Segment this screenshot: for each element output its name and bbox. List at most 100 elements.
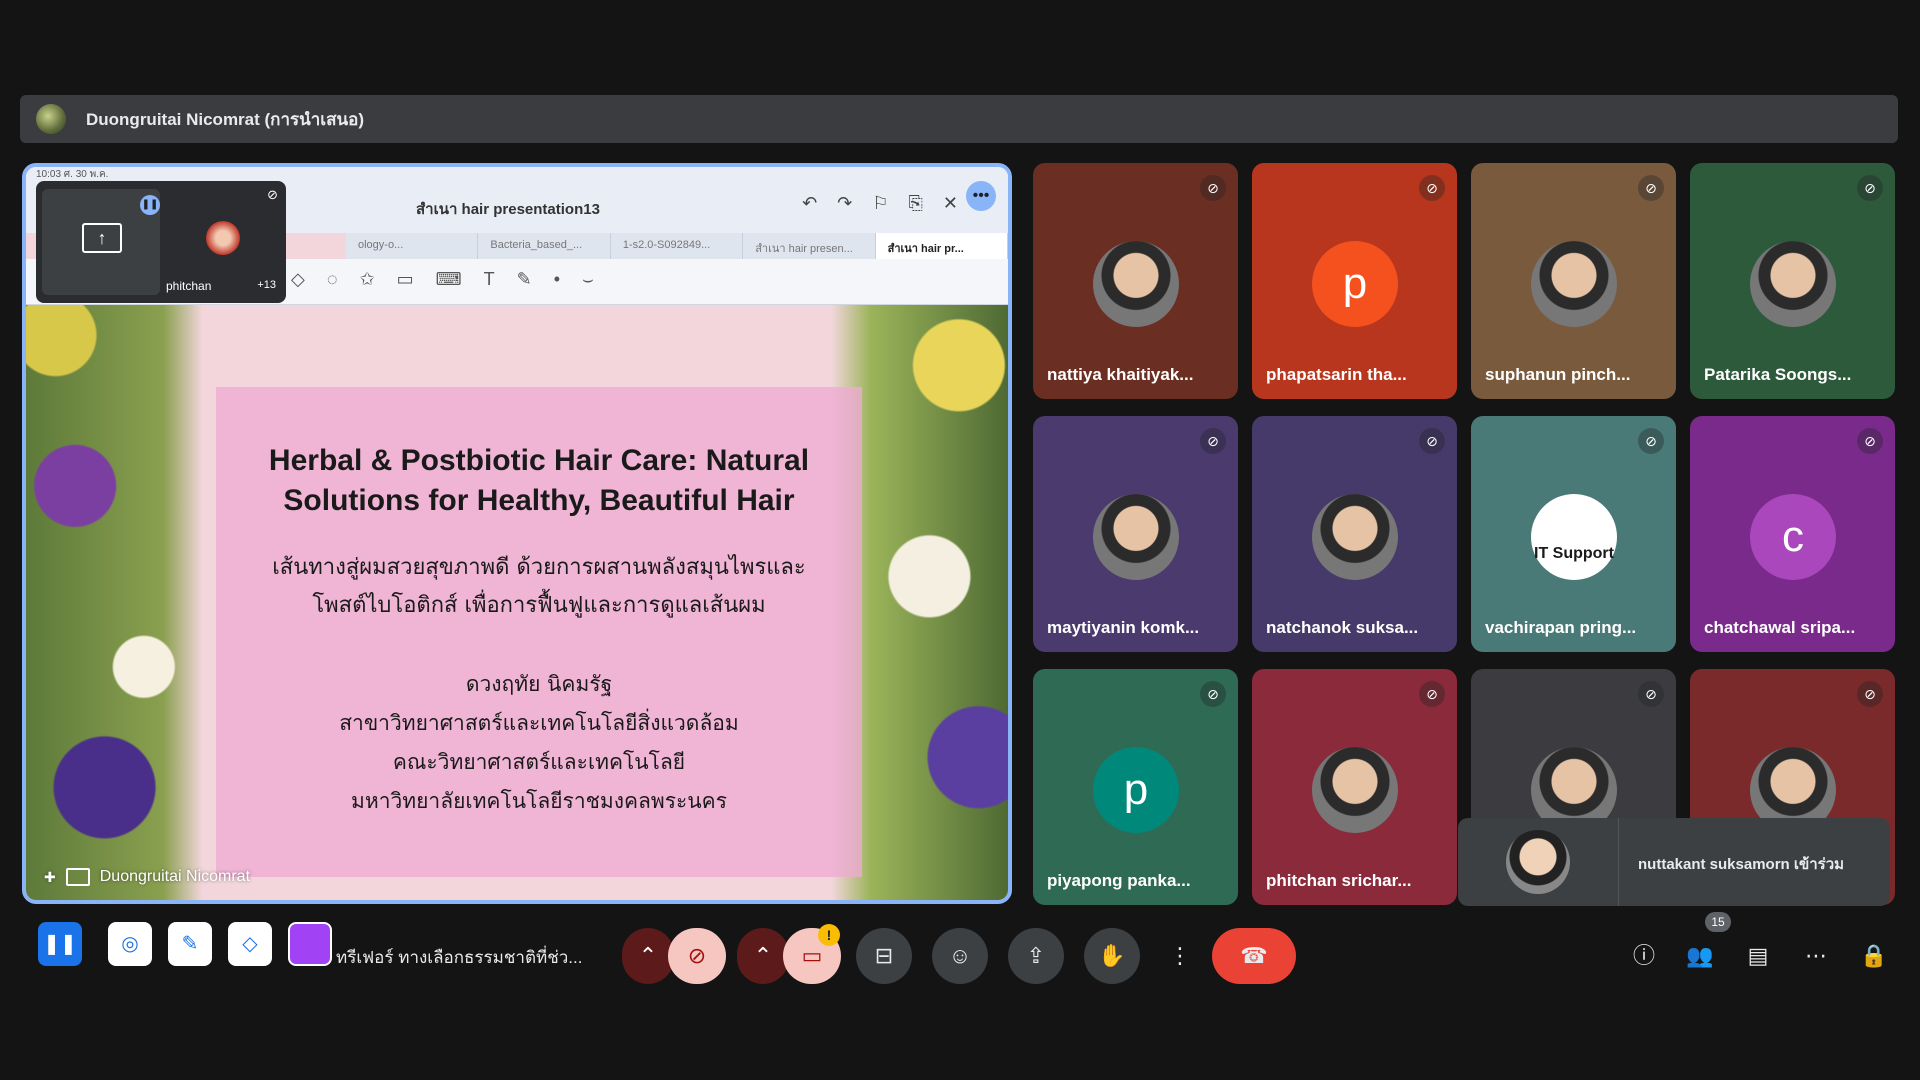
bookmark-icon[interactable]: ⚐ [872,193,888,214]
meeting-controls: ❚❚ ◎ ✎ ◇ ทรีเฟอร์ ทางเลือกธรรมชาติที่ช่ว… [0,912,1920,998]
participant-name: suphanun pinch... [1485,365,1631,384]
doc-tab[interactable]: 1-s2.0-S092849... [611,233,744,259]
slide-university: มหาวิทยาลัยเทคโนโลยีราชมงคลพระนคร [351,789,727,813]
doc-title[interactable]: สำเนา hair presentation13 [416,197,600,221]
dot-icon[interactable]: • [554,269,560,290]
doc-tabs: ology-o... Bacteria_based_... 1-s2.0-S09… [346,233,1008,259]
participant-count: +13 [257,279,276,291]
people-icon[interactable]: 👥 [1680,936,1720,976]
image-icon[interactable]: ▭ [397,269,414,290]
video-options-button[interactable]: ⌃ [737,928,789,984]
mic-off-button[interactable]: ⊘ [668,928,726,984]
stage-presenter-name: Duongruitai Nicomrat [99,868,251,885]
mic-off-icon: ⊘ [1857,428,1883,454]
eraser-button[interactable]: ◇ [228,922,272,966]
mic-off-icon: ⊘ [1857,175,1883,201]
mini-tile-name: phitchan [166,279,212,293]
present-button[interactable]: ⇪ [1008,928,1064,984]
emoji-button[interactable]: ☺ [932,928,988,984]
chat-icon[interactable]: ▤ [1738,936,1778,976]
participant-tile[interactable]: ⊘ nattiya khaitiyak... [1033,163,1238,399]
slide-faculty: คณะวิทยาศาสตร์และเทคโนโลยี [392,750,686,774]
mic-off-icon: ⊘ [1419,681,1445,707]
participant-tile[interactable]: ⊘ natchanok suksa... [1252,416,1457,652]
slide-subtitle-line: เส้นทางสู่ผมสวยสุขภาพดี ด้วยการผสานพลังส… [272,555,806,580]
presenter-bar: Duongruitai Nicomrat (การนำเสนอ) [20,95,1898,143]
present-icon: ↑ [82,223,122,253]
avatar [1093,494,1179,580]
close-icon[interactable]: ✕ [943,193,958,214]
participant-name: natchanok suksa... [1266,618,1419,637]
avatar: IT Support [1531,494,1617,580]
pen-button[interactable]: ✎ [168,922,212,966]
color-picker-button[interactable] [288,922,332,966]
scrolling-title: ทรีเฟอร์ ทางเลือกธรรมชาติที่ช่ว... [336,948,583,967]
participant-tile[interactable]: ⊘ maytiyanin komk... [1033,416,1238,652]
presenter-title: Duongruitai Nicomrat (การนำเสนอ) [86,109,364,129]
mic-off-icon: ⊘ [1419,428,1445,454]
mic-off-icon: ⊘ [1638,681,1664,707]
pause-annotation-button[interactable]: ❚❚ [38,922,82,966]
slide-subtitle: เส้นทางสู่ผมสวยสุขภาพดี ด้วยการผสานพลังส… [216,549,862,625]
export-icon[interactable]: ⎘ [909,193,923,214]
slide-title: Herbal & Postbiotic Hair Care: Natural S… [268,444,810,517]
audio-options-button[interactable]: ⌃ [622,928,674,984]
doc-tab[interactable]: สำเนา hair presen... [743,233,876,259]
screen-share-icon [65,868,90,886]
presentation-stage[interactable]: 10:03 ศ. 30 พ.ค. สำเนา hair presentation… [22,163,1012,904]
participant-name: Patarika Soongs... [1704,365,1852,384]
mic-off-icon: ⊘ [1419,175,1445,201]
avatar [1312,747,1398,833]
participant-name: maytiyanin komk... [1047,618,1200,637]
leave-call-button[interactable]: ☎ [1212,928,1296,984]
stage-presenter-label: ✚ Duongruitai Nicomrat [44,868,250,886]
lasso-icon[interactable]: ◌ [327,269,338,290]
mic-off-icon: ⊘ [1638,428,1664,454]
audio-levels-icon: ••• [966,181,996,211]
participant-tile[interactable]: ⊘ phitchan srichar... [1252,669,1457,905]
participant-tile[interactable]: ⊘ c chatchawal sripa... [1690,416,1895,652]
keyboard-icon[interactable]: ⌨ [436,269,462,290]
slide-canvas: Herbal & Postbiotic Hair Care: Natural S… [26,305,1008,900]
pen-icon[interactable]: ✎ [517,269,532,290]
avatar [1506,830,1570,894]
join-text: nuttakant suksamorn เข้าร่วม [1638,856,1845,873]
slide-author-block: ดวงฤทัย นิคมรัฐ สาขาวิทยาศาสตร์และเทคโนโ… [216,665,862,821]
participant-name: phapatsarin tha... [1266,365,1407,384]
raise-hand-button[interactable]: ✋ [1084,928,1140,984]
participant-tile[interactable]: ⊘ Patarika Soongs... [1690,163,1895,399]
pause-icon[interactable]: ❚❚ [140,195,160,215]
avatar [1312,494,1398,580]
avatar [206,221,240,255]
presenter-avatar [36,104,66,134]
info-icon[interactable]: ⓘ [1624,936,1664,976]
participant-name: phitchan srichar... [1266,871,1412,890]
laser-pointer-button[interactable]: ◎ [108,922,152,966]
slide-author: ดวงฤทัย นิคมรัฐ [465,672,613,696]
shapes-icon[interactable]: ◇ [291,269,305,290]
warning-icon: ! [818,924,840,946]
participant-tile[interactable]: ⊘ IT Support vachirapan pring... [1471,416,1676,652]
divider [1618,818,1619,906]
redo-icon[interactable]: ↷ [837,193,852,214]
people-count-badge: 15 [1705,912,1731,932]
activities-icon[interactable]: ⋯ [1796,936,1836,976]
participant-tile[interactable]: ⊘ suphanun pinch... [1471,163,1676,399]
participant-tile[interactable]: ⊘ p phapatsarin tha... [1252,163,1457,399]
self-view-panel[interactable]: ↑ ❚❚ ⊘ phitchan +13 [36,181,286,303]
doc-tab[interactable]: ology-o... [346,233,479,259]
join-notification: nuttakant suksamorn เข้าร่วม [1458,818,1890,906]
host-controls-icon[interactable]: 🔒 [1854,936,1894,976]
pin-icon[interactable]: ✚ [44,869,56,886]
doc-tab[interactable]: Bacteria_based_... [478,233,611,259]
mic-off-icon: ⊘ [1200,175,1226,201]
sticker-icon[interactable]: ✩ [360,269,375,290]
mic-off-icon: ⊘ [267,187,278,202]
participant-tile[interactable]: ⊘ p piyapong panka... [1033,669,1238,905]
stroke-icon[interactable]: ⌣ [582,269,594,290]
text-icon[interactable]: T [484,269,495,290]
doc-tab-active[interactable]: สำเนา hair pr... [875,233,1008,259]
undo-icon[interactable]: ↶ [802,193,817,214]
captions-button[interactable]: ⊟ [856,928,912,984]
more-options-button[interactable]: ⋮ [1152,928,1208,984]
